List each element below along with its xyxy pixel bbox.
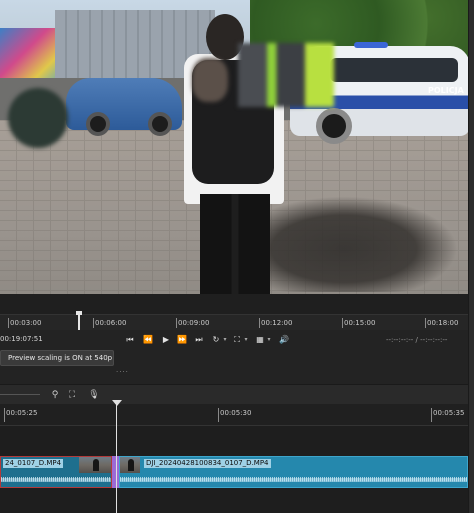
ruler-tick-label: 00:06:00 — [95, 319, 127, 327]
timeline-ruler[interactable]: 00:05:25 00:05:30 00:05:35 — [0, 404, 468, 426]
ruler-tick — [8, 318, 9, 328]
ruler-tick — [176, 318, 177, 328]
out-point: --:--:--:-- — [420, 336, 448, 344]
in-out-separator: / — [415, 336, 418, 344]
clip-thumbnail — [79, 457, 111, 473]
notice-ellipsis: .... — [116, 366, 129, 374]
record-audio-icon[interactable]: 🎙 — [88, 389, 100, 401]
preview-blur-region — [238, 43, 334, 107]
in-point: --:--:--:-- — [386, 336, 414, 344]
fast-forward-button[interactable]: ⏩ — [176, 334, 188, 346]
chevron-down-icon[interactable]: ▾ — [243, 334, 249, 346]
audio-waveform — [1, 472, 111, 487]
audio-waveform — [120, 472, 467, 487]
video-preview[interactable]: POLICJA — [0, 0, 468, 294]
preview-scrub-area[interactable] — [0, 294, 468, 314]
grid-icon[interactable]: ▦ — [254, 334, 266, 346]
chevron-down-icon[interactable]: ▾ — [266, 334, 272, 346]
ruler-tick — [342, 318, 343, 328]
skip-to-start-button[interactable]: ⏮ — [124, 334, 136, 346]
toolbar-divider — [0, 394, 40, 395]
preview-time-ruler[interactable]: 00:03:00 00:06:00 00:09:00 00:12:00 00:1… — [0, 311, 468, 333]
ruler-tick-label: 00:15:00 — [344, 319, 376, 327]
ruler-tick-label: 00:09:00 — [178, 319, 210, 327]
ruler-tick — [93, 318, 94, 328]
timecode-display[interactable]: 00:19:07:51 — [0, 335, 43, 343]
ruler-tick — [431, 408, 432, 422]
preview-blur-region — [192, 58, 228, 102]
panel-splitter[interactable] — [468, 0, 474, 513]
timeline-toolbar: ⚲ ⛶ 🎙 — [0, 384, 468, 404]
in-out-display: --:--:--:-- / --:--:--:-- — [386, 336, 447, 344]
ruler-tick-label: 00:05:25 — [6, 409, 38, 417]
video-clip[interactable]: DJI_20240428100834_0107_D.MP4 — [119, 456, 468, 488]
zoom-icon[interactable]: ⚲ — [49, 389, 61, 401]
ruler-tick — [259, 318, 260, 328]
preview-police-text: POLICJA — [428, 86, 464, 95]
clip-name: DJI_20240428100834_0107_D.MP4 — [144, 459, 271, 468]
clip-name: 24_0107_D.MP4 — [3, 459, 64, 468]
volume-icon[interactable]: 🔊 — [278, 334, 290, 346]
preview-scaling-notice: Preview scaling is ON at 540p — [0, 350, 114, 366]
chevron-down-icon[interactable]: ▾ — [222, 334, 228, 346]
preview-blue-car — [66, 78, 182, 136]
ruler-tick — [4, 408, 5, 422]
skip-to-end-button[interactable]: ⏭ — [193, 334, 205, 346]
ruler-tick — [218, 408, 219, 422]
loop-icon[interactable]: ↻ — [210, 334, 222, 346]
play-button[interactable]: ▶ — [160, 334, 172, 346]
preview-shadow — [268, 196, 458, 292]
fit-timeline-icon[interactable]: ⛶ — [66, 389, 78, 401]
ruler-tick-label: 00:03:00 — [10, 319, 42, 327]
transport-bar: 00:19:07:51 ⏮ ⏪ ▶ ⏩ ⏭ ↻ ▾ ⛶ ▾ ▦ ▾ 🔊 --:-… — [0, 330, 468, 350]
timeline-playhead[interactable] — [112, 400, 122, 513]
timeline-tracks[interactable]: 24_0107_D.MP4 DJI_20240428100834_0107_D.… — [0, 426, 468, 513]
clip-thumbnail — [120, 457, 140, 473]
zoom-fit-icon[interactable]: ⛶ — [231, 334, 243, 346]
ruler-tick-label: 00:05:30 — [220, 409, 252, 417]
ruler-tick-label: 00:18:00 — [427, 319, 459, 327]
ruler-tick-label: 00:12:00 — [261, 319, 293, 327]
ruler-tick-label: 00:05:35 — [433, 409, 465, 417]
ruler-tick — [425, 318, 426, 328]
video-clip[interactable]: 24_0107_D.MP4 — [0, 456, 112, 488]
rewind-button[interactable]: ⏪ — [142, 334, 154, 346]
preview-blur-region — [8, 88, 68, 148]
